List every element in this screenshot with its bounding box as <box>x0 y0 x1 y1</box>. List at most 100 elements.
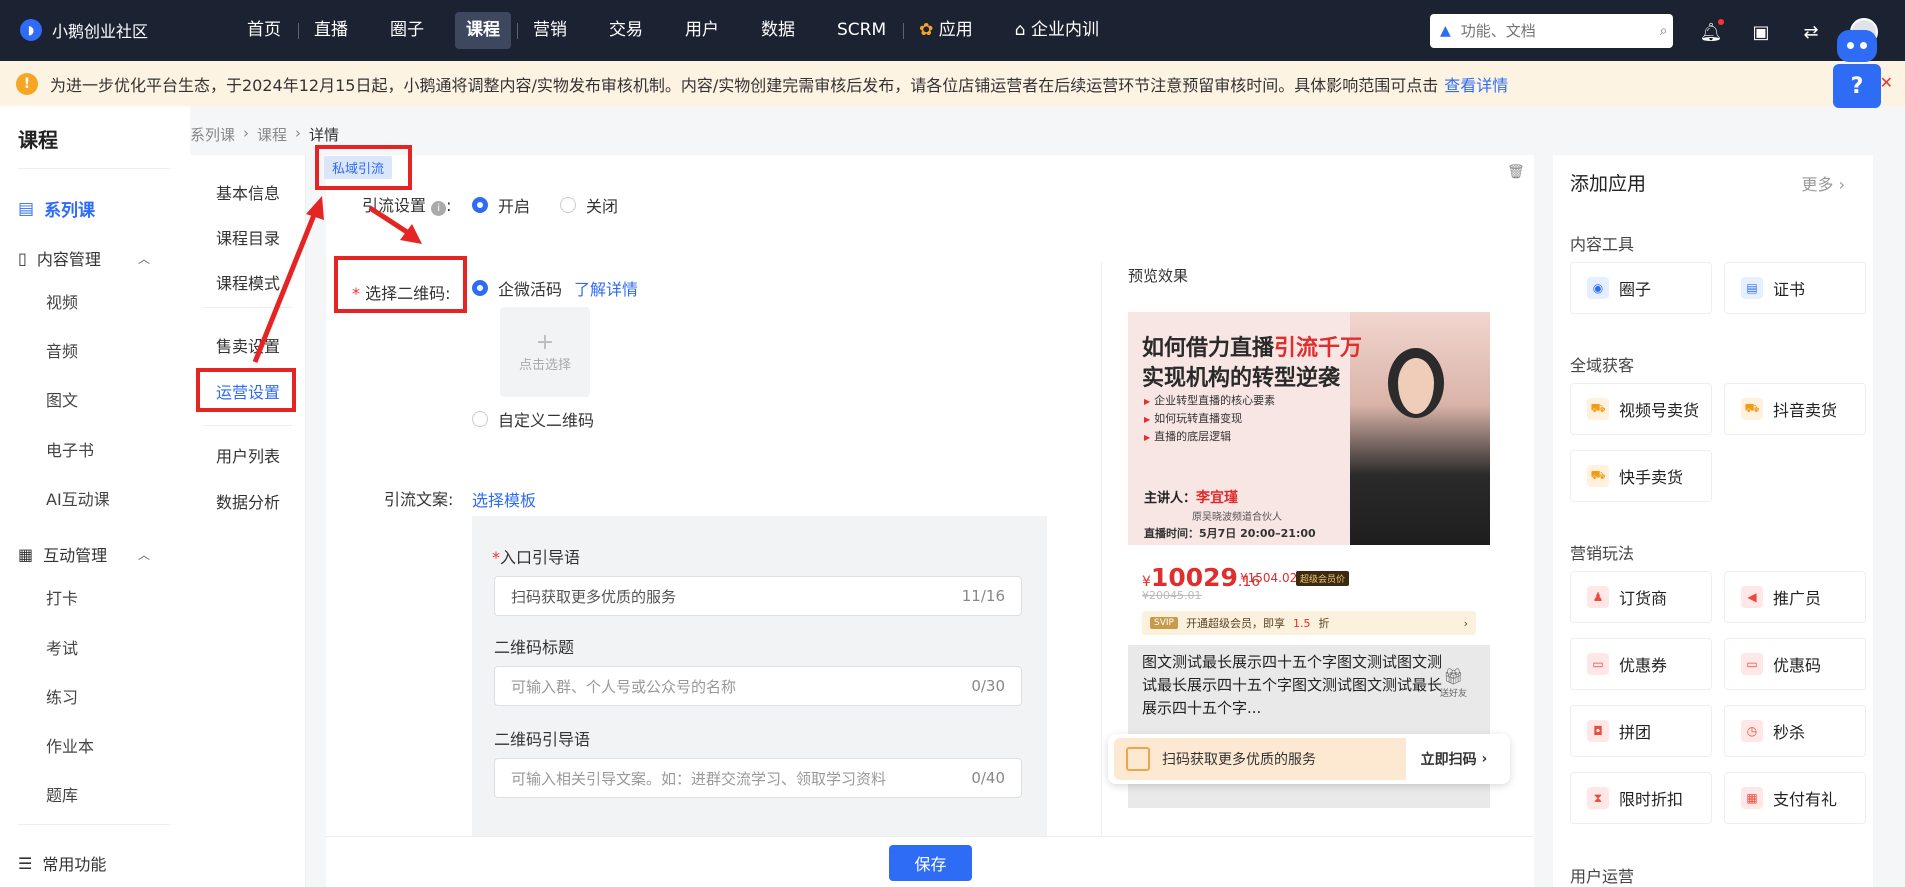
help-icon[interactable]: ? <box>1833 64 1881 108</box>
svip-bar[interactable]: SVIP 开通超级会员，即享 1.5 折 › <box>1142 611 1476 635</box>
app-card-coupon[interactable]: ▭ 优惠券 <box>1570 638 1712 690</box>
chevron-right-icon: › <box>1463 616 1468 630</box>
sidebar-item-common[interactable]: ☰ 常用功能 <box>18 851 106 875</box>
qr-guide-input[interactable]: 可输入相关引导文案。如：进群交流学习、领取学习资料 0/40 <box>494 758 1022 798</box>
info-icon[interactable]: i <box>431 201 447 216</box>
app-card-limited-discount[interactable]: ⧗ 限时折扣 <box>1570 772 1712 824</box>
notice-text: 为进一步优化平台生态，于2024年12月15日起，小鹅通将调整内容/实物发布审核… <box>50 75 1439 95</box>
app-card-douyin[interactable]: ⛟ 抖音卖货 <box>1724 383 1866 435</box>
nav-scrm[interactable]: SCRM <box>826 12 897 49</box>
chevron-up-icon[interactable]: ︿ <box>138 250 150 267</box>
nav-marketing[interactable]: 营销 <box>522 12 578 49</box>
search-icon[interactable]: ⌕ <box>1660 23 1668 39</box>
save-button[interactable]: 保存 <box>889 845 972 881</box>
subnav-mode[interactable]: 课程模式 <box>216 270 280 294</box>
choose-template-link[interactable]: 选择模板 <box>472 487 536 511</box>
sidebar-item-ai[interactable]: AI互动课 <box>46 486 110 510</box>
sidebar-group-content[interactable]: ▯ 内容管理 <box>18 246 101 270</box>
nav-data[interactable]: 数据 <box>750 12 806 49</box>
wecom-qr-radio[interactable]: 企微活码 <box>472 276 562 300</box>
subnav-user-list[interactable]: 用户列表 <box>216 443 280 467</box>
app-card-kuaishou[interactable]: ⛟ 快手卖货 <box>1570 450 1712 502</box>
subnav-analytics[interactable]: 数据分析 <box>216 489 280 513</box>
list-icon: ▤ <box>18 198 35 219</box>
learn-more-link[interactable]: 了解详情 <box>574 276 638 300</box>
switch-icon[interactable]: ⇄ <box>1800 21 1822 43</box>
bell-icon[interactable]: 🔔︎ <box>1700 19 1724 43</box>
close-icon[interactable]: ✕ <box>1880 73 1893 92</box>
sidebar-group-interact[interactable]: ▦ 互动管理 <box>18 542 107 566</box>
app-card-flash-sale[interactable]: ◷ 秒杀 <box>1724 705 1866 757</box>
app-label: 优惠码 <box>1773 656 1822 675</box>
app-card-pay-gift[interactable]: ▦ 支付有礼 <box>1724 772 1866 824</box>
traffic-off-radio[interactable]: 关闭 <box>560 193 618 217</box>
app-card-promoter[interactable]: ◀ 推广员 <box>1724 571 1866 623</box>
price-area: ¥10029.16 ¥1504.02 超级会员价 ¥20045.01 SVIP 开… <box>1128 545 1490 645</box>
sidebar-item-series[interactable]: ▤ 系列课 <box>18 196 96 222</box>
app-label: 圈子 <box>1619 280 1652 299</box>
nav-users[interactable]: 用户 <box>674 12 730 49</box>
chevron-right-icon: › <box>295 124 302 142</box>
sidebar-group-label: 互动管理 <box>43 546 108 565</box>
qr-title-input[interactable]: 可输入群、个人号或公众号的名称 0/30 <box>494 666 1022 706</box>
app-card-order[interactable]: ♟ 订货商 <box>1570 571 1712 623</box>
subnav-basic-info[interactable]: 基本信息 <box>216 180 280 204</box>
search-input[interactable] <box>1460 22 1660 40</box>
traffic-on-radio[interactable]: 开启 <box>472 193 530 217</box>
gift-icon: 🎁︎ <box>1443 667 1464 686</box>
sidebar-item-audio[interactable]: 音频 <box>46 338 78 362</box>
sidebar-item-practice[interactable]: 练习 <box>46 684 78 708</box>
sidebar-item-question-bank[interactable]: 题库 <box>46 782 78 806</box>
app-card-circle[interactable]: ◉ 圈子 <box>1570 262 1712 314</box>
nav-course[interactable]: 课程 <box>455 12 511 49</box>
crumb-series[interactable]: 系列课 <box>190 124 235 145</box>
nav-home[interactable]: 首页 <box>236 12 292 49</box>
assistant-widget[interactable]: ? <box>1833 30 1881 110</box>
app-name: 小鹅创业社区 <box>52 22 149 41</box>
entry-guide-input[interactable]: 扫码获取更多优质的服务 11/16 <box>494 576 1022 616</box>
nav-circle[interactable]: 圈子 <box>379 12 435 49</box>
app-logo[interactable]: ◗ 小鹅创业社区 <box>20 18 148 42</box>
nav-trade[interactable]: 交易 <box>598 12 654 49</box>
notice-detail-link[interactable]: 查看详情 <box>1444 72 1508 96</box>
chevron-up-icon[interactable]: ︿ <box>138 546 150 563</box>
svip-text: 开通超级会员，即享 <box>1185 617 1285 630</box>
custom-qr-radio[interactable]: 自定义二维码 <box>472 407 594 431</box>
store-icon[interactable]: ▣ <box>1750 21 1772 43</box>
main-nav: 首页 直播 圈子 课程 营销 交易 用户 数据 SCRM ✿ 应用 ⌂ 企业内训 <box>236 12 1130 49</box>
subnav-catalog[interactable]: 课程目录 <box>216 225 280 249</box>
nav-enterprise-training[interactable]: ⌂ 企业内训 <box>1004 12 1110 49</box>
qr-upload-box[interactable]: + 点击选择 <box>500 307 590 397</box>
sidebar-item-article[interactable]: 图文 <box>46 387 78 411</box>
app-card-certificate[interactable]: ▤ 证书 <box>1724 262 1866 314</box>
unread-dot <box>1718 19 1724 25</box>
app-card-channels[interactable]: ⛟ 视频号卖货 <box>1570 383 1712 435</box>
scan-now-button[interactable]: 立即扫码 › <box>1406 738 1502 780</box>
sidebar-item-video[interactable]: 视频 <box>46 289 78 313</box>
sidebar: 课程 ▤ 系列课 ▯ 内容管理 ︿ 视频 音频 图文 电子书 AI互动课 ▦ 互动管理… <box>0 106 190 887</box>
trash-icon[interactable]: 🗑︎ <box>1507 164 1525 182</box>
poster-bullet: 企业转型直播的核心要素 <box>1144 392 1275 408</box>
sidebar-item-label: 系列课 <box>44 201 96 221</box>
gift-button[interactable]: 🎁︎ 送好友 <box>1440 667 1467 699</box>
nav-apps[interactable]: ✿ 应用 <box>908 12 984 49</box>
qr-title-placeholder: 可输入群、个人号或公众号的名称 <box>511 677 737 696</box>
app-label: 订货商 <box>1619 589 1668 608</box>
sidebar-item-exam[interactable]: 考试 <box>46 635 78 659</box>
crumb-course[interactable]: 课程 <box>257 124 287 145</box>
nav-live[interactable]: 直播 <box>303 12 359 49</box>
breadcrumb: 系列课 › 课程 › 详情 <box>190 124 339 145</box>
speaker-desc: 原吴晓波频道合伙人 <box>1192 512 1282 523</box>
cart-icon: ⛟ <box>1741 398 1763 420</box>
sidebar-item-homework[interactable]: 作业本 <box>46 733 94 757</box>
poster-title-b: 引流千万 <box>1274 336 1363 361</box>
more-link[interactable]: 更多 › <box>1802 171 1846 195</box>
sidebar-item-ebook[interactable]: 电子书 <box>46 437 94 461</box>
app-card-group-buy[interactable]: ◘ 拼团 <box>1570 705 1712 757</box>
circle-icon: ◉ <box>1587 277 1609 299</box>
price-main: 10029 <box>1150 563 1238 592</box>
sidebar-item-checkin[interactable]: 打卡 <box>46 585 78 609</box>
subnav-sales[interactable]: 售卖设置 <box>216 333 280 357</box>
section-content-tools: 内容工具 <box>1570 235 1635 254</box>
app-card-coupon-code[interactable]: ▭ 优惠码 <box>1724 638 1866 690</box>
